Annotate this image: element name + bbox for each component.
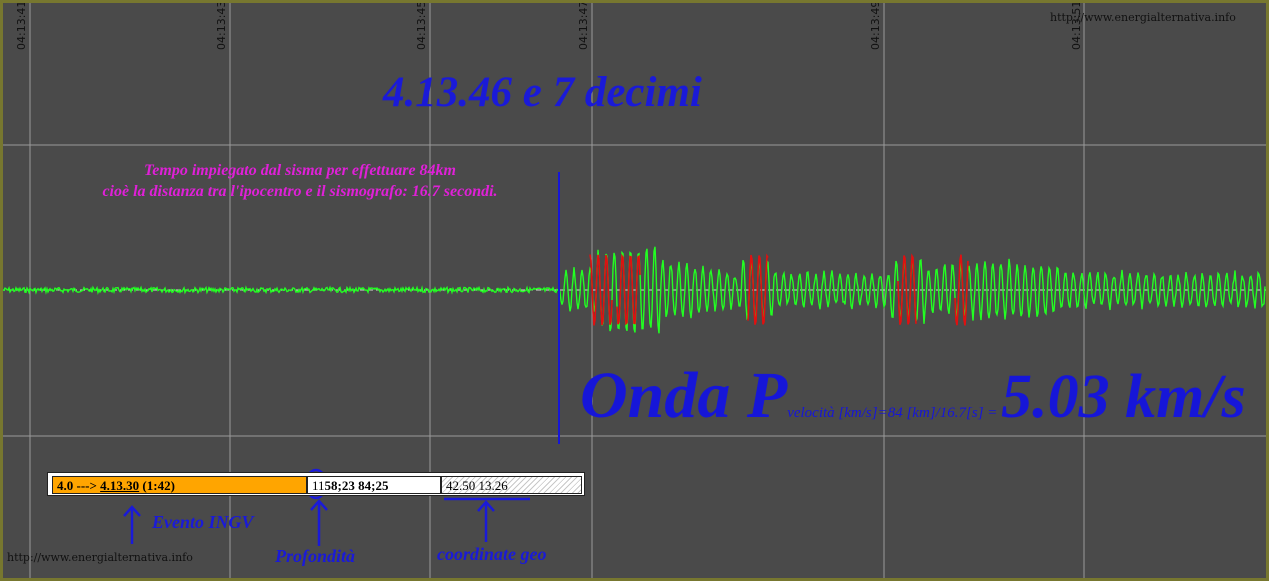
x-tick-label: 04:13:43 — [215, 0, 228, 50]
note-line-2: cioè la distanza tra l'ipocentro e il si… — [102, 183, 498, 200]
x-tick-label: 04:13:47 — [577, 0, 590, 50]
travel-time-note: Tempo impiegato dal sisma per effettuare… — [20, 160, 580, 202]
event-time: 4.13.30 — [100, 478, 140, 493]
watermark-url-top: http://www.energialternativa.info — [1050, 11, 1236, 24]
arrival-time-headline: 4.13.46 e 7 decimi — [383, 69, 702, 116]
label-evento-ingv: Evento INGV — [152, 512, 254, 532]
arrow-coordinate — [477, 500, 495, 542]
x-tick-label: 04:13:45 — [415, 0, 428, 50]
p-wave-velocity-annotation: Onda Pvelocità [km/s]=84 [km]/16.7[s] = … — [580, 358, 1246, 432]
depth-extra: 58;23 84;25 — [324, 478, 389, 493]
event-magnitude: 4.0 ---> — [57, 478, 101, 493]
label-coordinate-geo: coordinate geo — [437, 544, 547, 564]
depth-value: 11 — [312, 478, 325, 493]
arrow-profondita — [310, 499, 328, 546]
seismograph-screenshot: 04:13:41 04:13:43 04:13:45 04:13:47 04:1… — [0, 0, 1269, 581]
wave-type-label: Onda P — [580, 359, 788, 432]
note-line-1: Tempo impiegato dal sisma per effettuare… — [144, 162, 456, 179]
velocity-formula: velocità [km/s]=84 [km]/16.7[s] = — [787, 405, 1002, 421]
geo-coordinates-cell: 42.50 13.26 — [441, 476, 582, 494]
trace-peak-highlight — [747, 253, 769, 325]
event-cell: 4.0 ---> 4.13.30 (1:42) — [52, 476, 307, 494]
watermark-url-bottom: http://www.energialternativa.info — [7, 551, 193, 564]
event-info-bar: 4.0 ---> 4.13.30 (1:42) 1158;23 84;25 42… — [47, 472, 585, 496]
label-profondita: Profondità — [275, 546, 356, 566]
arrow-evento — [123, 505, 141, 544]
event-duration: (1:42) — [139, 478, 175, 493]
depth-cell: 1158;23 84;25 — [307, 476, 441, 494]
x-tick-label: 04:13:49 — [869, 0, 882, 50]
trace-peak-highlight — [616, 253, 641, 326]
velocity-result: 5.03 km/s — [1001, 363, 1246, 431]
x-tick-label: 04:13:41 — [15, 0, 28, 50]
